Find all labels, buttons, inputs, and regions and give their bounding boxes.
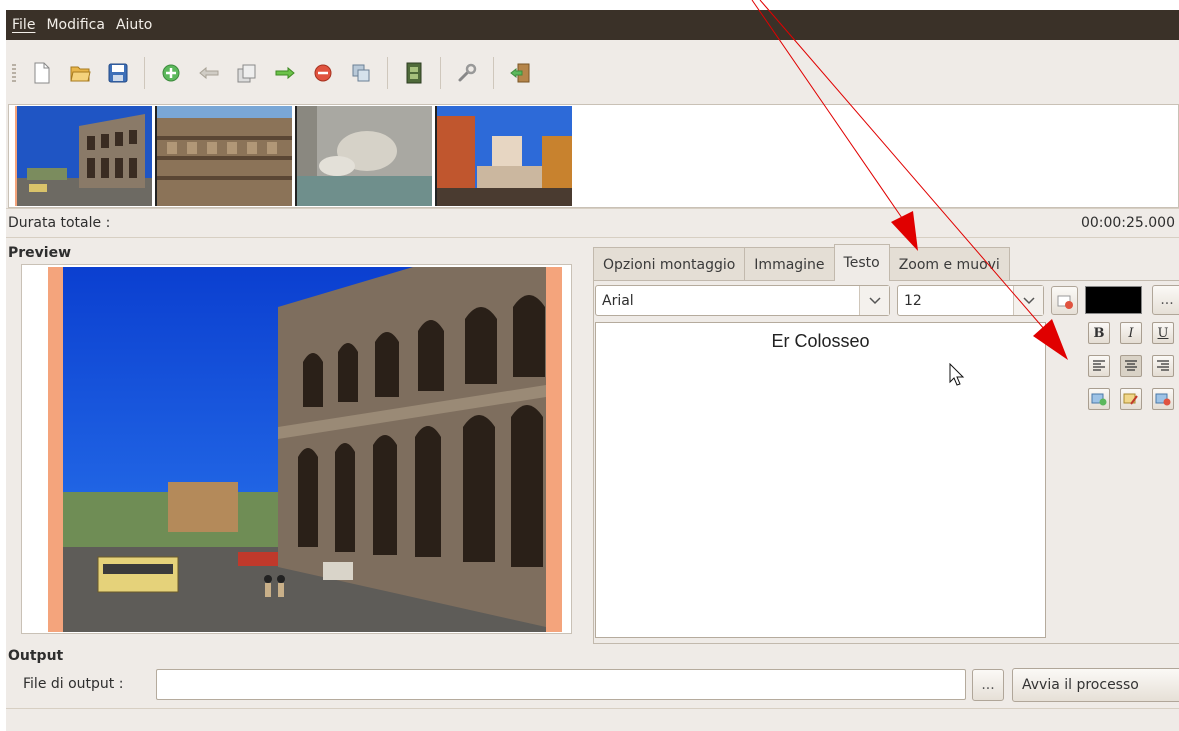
toolbar-separator (493, 57, 494, 89)
copy-button[interactable] (349, 61, 373, 85)
output-title: Output (8, 648, 64, 664)
arrow-left-icon (199, 66, 219, 80)
total-duration-row: Durata totale : 00:00:25.000 (6, 208, 1179, 238)
add-button[interactable] (159, 61, 183, 85)
edit-text-icon (1123, 393, 1138, 405)
new-document-icon (34, 62, 50, 84)
font-family-dropdown[interactable] (859, 286, 889, 315)
tab-bar: Opzioni montaggio Immagine Testo Zoom e … (593, 244, 1010, 281)
tab-testo[interactable]: Testo (833, 244, 890, 281)
exit-icon (510, 63, 530, 83)
font-family-select[interactable]: Arial (595, 285, 890, 316)
font-size-dropdown[interactable] (1013, 286, 1043, 315)
align-center-button[interactable] (1120, 355, 1142, 377)
slide-thumbnail[interactable] (435, 106, 572, 206)
video-button[interactable] (402, 61, 426, 85)
menu-file[interactable]: File (12, 17, 35, 33)
add-text-icon (1091, 393, 1107, 406)
settings-button[interactable] (455, 61, 479, 85)
add-text-button[interactable] (1088, 388, 1110, 410)
total-duration-value: 00:00:25.000 (1080, 215, 1175, 231)
copy-icon (352, 64, 370, 82)
text-content: Er Colosseo (771, 331, 870, 351)
bold-button[interactable]: B (1088, 322, 1110, 344)
font-family-value: Arial (602, 292, 634, 309)
font-size-value: 12 (904, 292, 922, 309)
colosseum-interior-thumbnail-image (157, 106, 292, 206)
browse-output-label: ... (981, 677, 995, 693)
exit-button[interactable] (508, 61, 532, 85)
preview-title: Preview (8, 245, 72, 261)
toolbar-separator (440, 57, 441, 89)
toolbar-grip[interactable] (12, 64, 16, 82)
preview-image-container (48, 267, 562, 632)
spanish-steps-thumbnail-image (437, 106, 572, 206)
images-button[interactable] (235, 61, 259, 85)
remove-button[interactable] (311, 61, 335, 85)
remove-text-icon (1155, 393, 1171, 406)
move-left-button[interactable] (197, 61, 221, 85)
remove-icon (314, 64, 332, 82)
save-icon (108, 63, 128, 83)
edit-text-button[interactable] (1120, 388, 1142, 410)
output-file-input[interactable] (156, 669, 966, 700)
colosseum-thumbnail-image (17, 106, 152, 206)
text-editor[interactable]: Er Colosseo (595, 322, 1046, 638)
image-stack-icon (237, 64, 256, 83)
film-icon (406, 62, 422, 84)
tab-zoom-e-muovi[interactable]: Zoom e muovi (888, 247, 1010, 281)
add-icon (162, 64, 180, 82)
menu-bar: File Modifica Aiuto (6, 10, 1179, 40)
remove-text-button[interactable] (1152, 388, 1174, 410)
app-window: File Modifica Aiuto Durata totale: 00:0… (6, 10, 1179, 731)
align-center-icon (1125, 360, 1137, 371)
chevron-down-icon (1022, 296, 1035, 304)
menu-aiuto[interactable]: Aiuto (116, 17, 152, 33)
mouse-cursor-icon (949, 363, 965, 386)
wrench-icon (458, 63, 477, 82)
filmstrip (8, 104, 1179, 208)
align-right-icon (1157, 360, 1169, 371)
toolbar-separator (144, 57, 145, 89)
align-left-button[interactable] (1088, 355, 1110, 377)
colosseum-preview-image (63, 267, 546, 632)
arrow-right-icon (275, 66, 295, 80)
open-folder-icon (70, 66, 91, 82)
open-button[interactable] (68, 61, 92, 85)
fountain-thumbnail-image (297, 106, 432, 206)
clear-icon (1057, 295, 1073, 309)
save-button[interactable] (106, 61, 130, 85)
main-toolbar (6, 42, 1179, 104)
new-button[interactable] (30, 61, 54, 85)
tab-opzioni-montaggio[interactable]: Opzioni montaggio (593, 247, 746, 281)
preview-frame (21, 264, 572, 634)
font-size-select[interactable]: 12 (897, 285, 1044, 316)
tab-immagine[interactable]: Immagine (744, 247, 835, 281)
align-right-button[interactable] (1152, 355, 1174, 377)
text-color-swatch[interactable] (1085, 286, 1142, 314)
slide-thumbnail[interactable] (155, 106, 292, 206)
toolbar-separator (387, 57, 388, 89)
align-left-icon (1093, 360, 1105, 371)
color-picker-label: ... (1160, 292, 1174, 308)
chevron-down-icon (868, 296, 881, 304)
move-right-button[interactable] (273, 61, 297, 85)
clear-font-button[interactable] (1051, 286, 1078, 315)
italic-button[interactable]: I (1120, 322, 1142, 344)
color-picker-button[interactable]: ... (1152, 285, 1179, 315)
menu-modifica[interactable]: Modifica (46, 17, 105, 33)
total-duration-label: Durata totale : (8, 215, 111, 231)
slide-thumbnail[interactable] (295, 106, 432, 206)
slide-thumbnail[interactable] (15, 106, 152, 206)
status-bar (6, 708, 1179, 731)
underline-button[interactable]: U (1152, 322, 1174, 344)
browse-output-button[interactable]: ... (972, 669, 1004, 701)
output-file-label: File di output : (23, 676, 124, 692)
start-process-button[interactable]: Avvia il processo (1012, 668, 1179, 702)
